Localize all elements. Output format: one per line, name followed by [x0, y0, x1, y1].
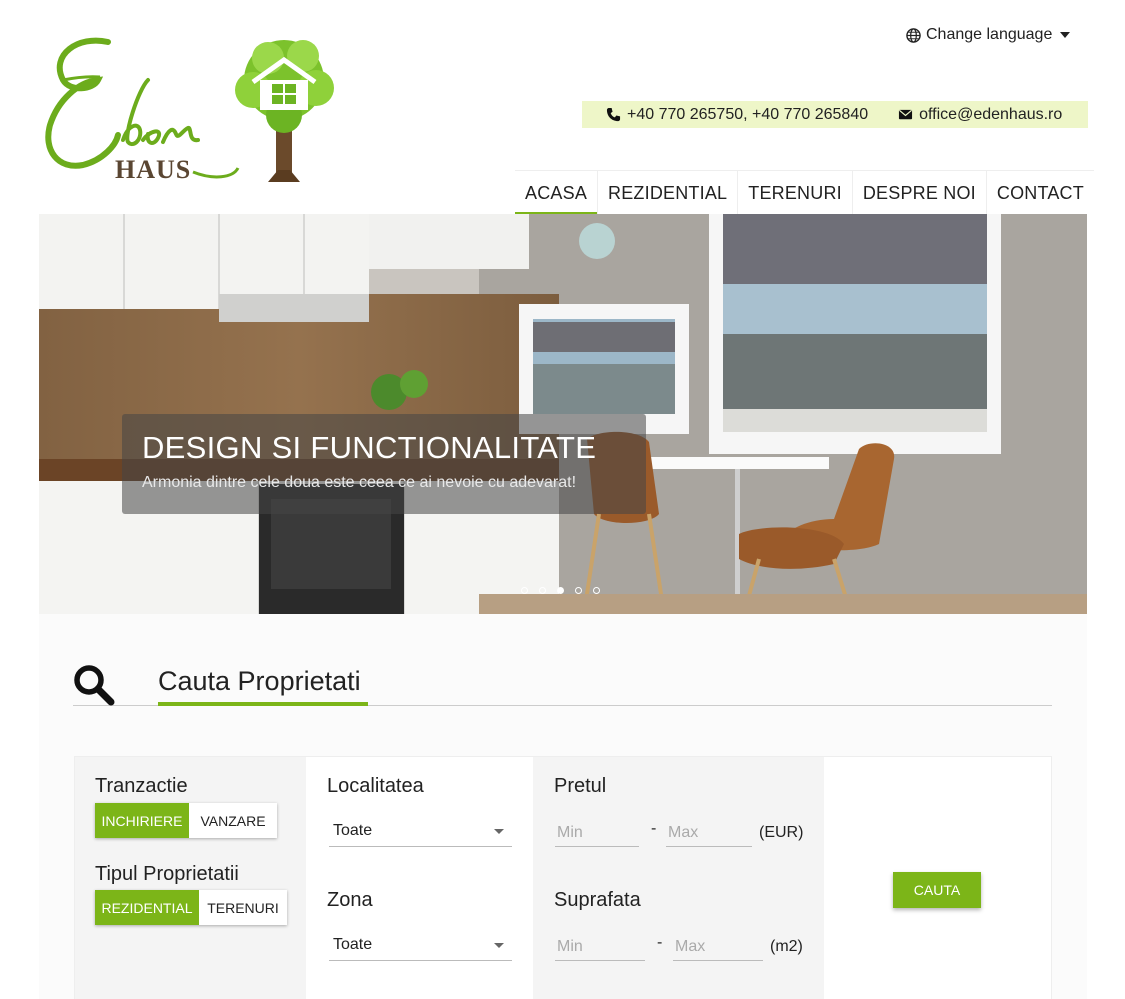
pretul-min-input[interactable]: Min: [555, 819, 639, 847]
slider-dot[interactable]: [521, 587, 528, 594]
phone-text: +40 770 265750, +40 770 265840: [627, 105, 869, 123]
search-title: Cauta Proprietati: [158, 666, 361, 696]
hero-caption: DESIGN SI FUNCTIONALITATE Armonia dintre…: [122, 414, 646, 514]
tipul-terenuri[interactable]: TERENURI: [199, 890, 287, 925]
localitatea-value: Toate: [333, 822, 373, 839]
tranzactie-vanzare[interactable]: VANZARE: [189, 803, 277, 838]
slider-dots: [521, 587, 600, 594]
zona-value: Toate: [333, 936, 373, 953]
localitatea-label: Localitatea: [327, 775, 424, 797]
contact-bar: +40 770 265750, +40 770 265840 office@ed…: [582, 101, 1088, 128]
nav-item-despre-noi[interactable]: DESPRE NOI: [853, 171, 987, 215]
chevron-down-icon: [494, 829, 504, 834]
search-section: Cauta Proprietati Tranzactie INCHIRIERE …: [39, 614, 1087, 999]
pretul-unit: (EUR): [759, 824, 804, 841]
tipul-label: Tipul Proprietatii: [95, 863, 239, 885]
language-switcher[interactable]: Change language: [906, 26, 1071, 44]
nav-item-contact[interactable]: CONTACT: [987, 171, 1094, 215]
zona-label: Zona: [327, 889, 373, 911]
language-label: Change language: [926, 26, 1053, 43]
tipul-rezidential[interactable]: REZIDENTIAL: [95, 890, 199, 925]
title-underline: [158, 702, 368, 706]
search-button[interactable]: CAUTA: [893, 872, 981, 908]
slider-dot-active[interactable]: [557, 587, 564, 594]
hero-title: DESIGN SI FUNCTIONALITATE: [142, 430, 597, 465]
pretul-dash: -: [651, 820, 657, 837]
search-title-bar: Cauta Proprietati: [73, 664, 1052, 706]
search-icon: [74, 665, 115, 706]
tipul-toggle: REZIDENTIAL TERENURI: [95, 890, 287, 925]
suprafata-dash: -: [657, 934, 663, 951]
tranzactie-inchiriere[interactable]: INCHIRIERE: [95, 803, 189, 838]
tree-icon: [235, 40, 334, 182]
slider-dot[interactable]: [593, 587, 600, 594]
page: Change language +40 770 265750, +40 770 …: [0, 0, 1125, 999]
phone-icon: [606, 107, 621, 122]
tranzactie-toggle: INCHIRIERE VANZARE: [95, 803, 277, 838]
hero-subtitle: Armonia dintre cele doua este ceea ce ai…: [142, 474, 577, 491]
suprafata-label: Suprafata: [554, 889, 641, 911]
localitatea-select[interactable]: Toate: [329, 817, 512, 847]
hero-slider[interactable]: DESIGN SI FUNCTIONALITATE Armonia dintre…: [39, 214, 1087, 614]
email-contact[interactable]: office@edenhaus.ro: [898, 106, 1062, 124]
search-col-type: Tranzactie INCHIRIERE VANZARE Tipul Prop…: [75, 757, 306, 999]
chevron-down-icon: [494, 943, 504, 948]
zona-select[interactable]: Toate: [329, 931, 512, 961]
suprafata-max-input[interactable]: Max: [673, 933, 763, 961]
search-form: Tranzactie INCHIRIERE VANZARE Tipul Prop…: [74, 756, 1052, 999]
nav-item-terenuri[interactable]: TERENURI: [738, 171, 853, 215]
phone-contact[interactable]: +40 770 265750, +40 770 265840: [606, 106, 868, 124]
suprafata-min-input[interactable]: Min: [555, 933, 645, 961]
nav-item-rezidential[interactable]: REZIDENTIAL: [598, 171, 739, 215]
tranzactie-label: Tranzactie: [95, 775, 188, 797]
svg-text:HAUS: HAUS: [115, 155, 191, 184]
main-nav: ACASA REZIDENTIAL TERENURI DESPRE NOI CO…: [515, 170, 1094, 215]
globe-icon: [906, 27, 921, 43]
slider-dot[interactable]: [575, 587, 582, 594]
pretul-max-input[interactable]: Max: [666, 819, 752, 847]
slider-dot[interactable]: [539, 587, 546, 594]
caret-down-icon: [1060, 32, 1071, 38]
suprafata-unit: (m2): [770, 938, 803, 955]
edenhaus-logo[interactable]: HAUS: [38, 30, 338, 190]
search-col-location: Localitatea Toate Zona Toate: [306, 757, 533, 999]
nav-item-acasa[interactable]: ACASA: [515, 171, 599, 215]
envelope-icon: [899, 109, 913, 120]
pretul-label: Pretul: [554, 775, 607, 797]
email-text: office@edenhaus.ro: [919, 105, 1063, 123]
search-col-price: Pretul Min - Max (EUR) Suprafata Min - M…: [533, 757, 824, 999]
